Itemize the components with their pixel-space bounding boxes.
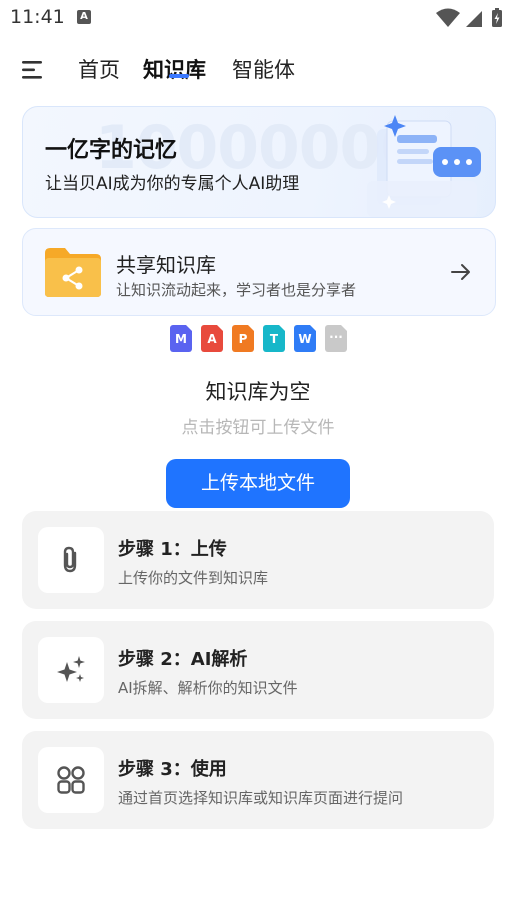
- signal-icon: [466, 11, 482, 27]
- tab-home[interactable]: 首页: [78, 54, 120, 84]
- step-icon-box: [38, 637, 104, 703]
- step-title: 步骤 1：上传: [118, 539, 227, 560]
- step-card-use: 步骤 3：使用 通过首页选择知识库或知识库页面进行提问: [22, 731, 494, 829]
- pdf-file-icon: A: [201, 325, 223, 352]
- txt-file-icon: T: [263, 325, 285, 352]
- empty-state-title: 知识库为空: [205, 380, 311, 404]
- empty-state-subtitle: 点击按钮可上传文件: [181, 418, 335, 438]
- tab-knowledge-base[interactable]: 知识库: [143, 54, 206, 84]
- step-title: 步骤 2：AI解析: [118, 649, 248, 670]
- markdown-file-icon: M: [170, 325, 192, 352]
- folder-share-icon: [45, 248, 101, 297]
- menu-icon[interactable]: [20, 56, 48, 84]
- shared-kb-title: 共享知识库: [116, 253, 216, 277]
- top-nav: 首页 知识库 智能体: [0, 48, 516, 92]
- shared-kb-subtitle: 让知识流动起来，学习者也是分享者: [116, 281, 357, 299]
- grid-icon: [57, 766, 85, 794]
- step-card-ai-parse: 步骤 2：AI解析 AI拆解、解析你的知识文件: [22, 621, 494, 719]
- step-description: 通过首页选择知识库或知识库页面进行提问: [118, 789, 404, 807]
- word-file-icon: W: [294, 325, 316, 352]
- ppt-file-icon: P: [232, 325, 254, 352]
- shared-knowledge-base-card[interactable]: 共享知识库 让知识流动起来，学习者也是分享者: [22, 228, 496, 316]
- other-file-icon: ···: [325, 325, 347, 352]
- upload-local-file-button[interactable]: 上传本地文件: [166, 459, 350, 508]
- step-icon-box: [38, 527, 104, 593]
- active-tab-indicator: [169, 74, 189, 78]
- banner-title: 一亿字的记忆: [45, 138, 178, 163]
- step-description: AI拆解、解析你的知识文件: [118, 679, 298, 697]
- step-icon-box: [38, 747, 104, 813]
- promo-banner[interactable]: 10000000 一亿字的记忆 让当贝AI成为你的专属个人AI助理: [22, 106, 496, 218]
- status-bar: 11:41 A: [0, 0, 516, 36]
- banner-subtitle: 让当贝AI成为你的专属个人AI助理: [45, 174, 300, 194]
- document-chat-illustration: [367, 115, 481, 217]
- step-title: 步骤 3：使用: [118, 759, 227, 780]
- paperclip-icon: [63, 546, 77, 573]
- notification-a-icon: A: [77, 10, 91, 24]
- status-time: 11:41: [10, 6, 65, 28]
- sparkle-icon: [57, 656, 85, 682]
- tab-agents[interactable]: 智能体: [232, 54, 295, 84]
- step-description: 上传你的文件到知识库: [118, 569, 269, 587]
- wifi-icon: [436, 8, 460, 27]
- battery-icon: [492, 8, 502, 27]
- step-card-upload: 步骤 1：上传 上传你的文件到知识库: [22, 511, 494, 609]
- status-icons: [436, 8, 502, 27]
- arrow-right-icon: [451, 264, 470, 280]
